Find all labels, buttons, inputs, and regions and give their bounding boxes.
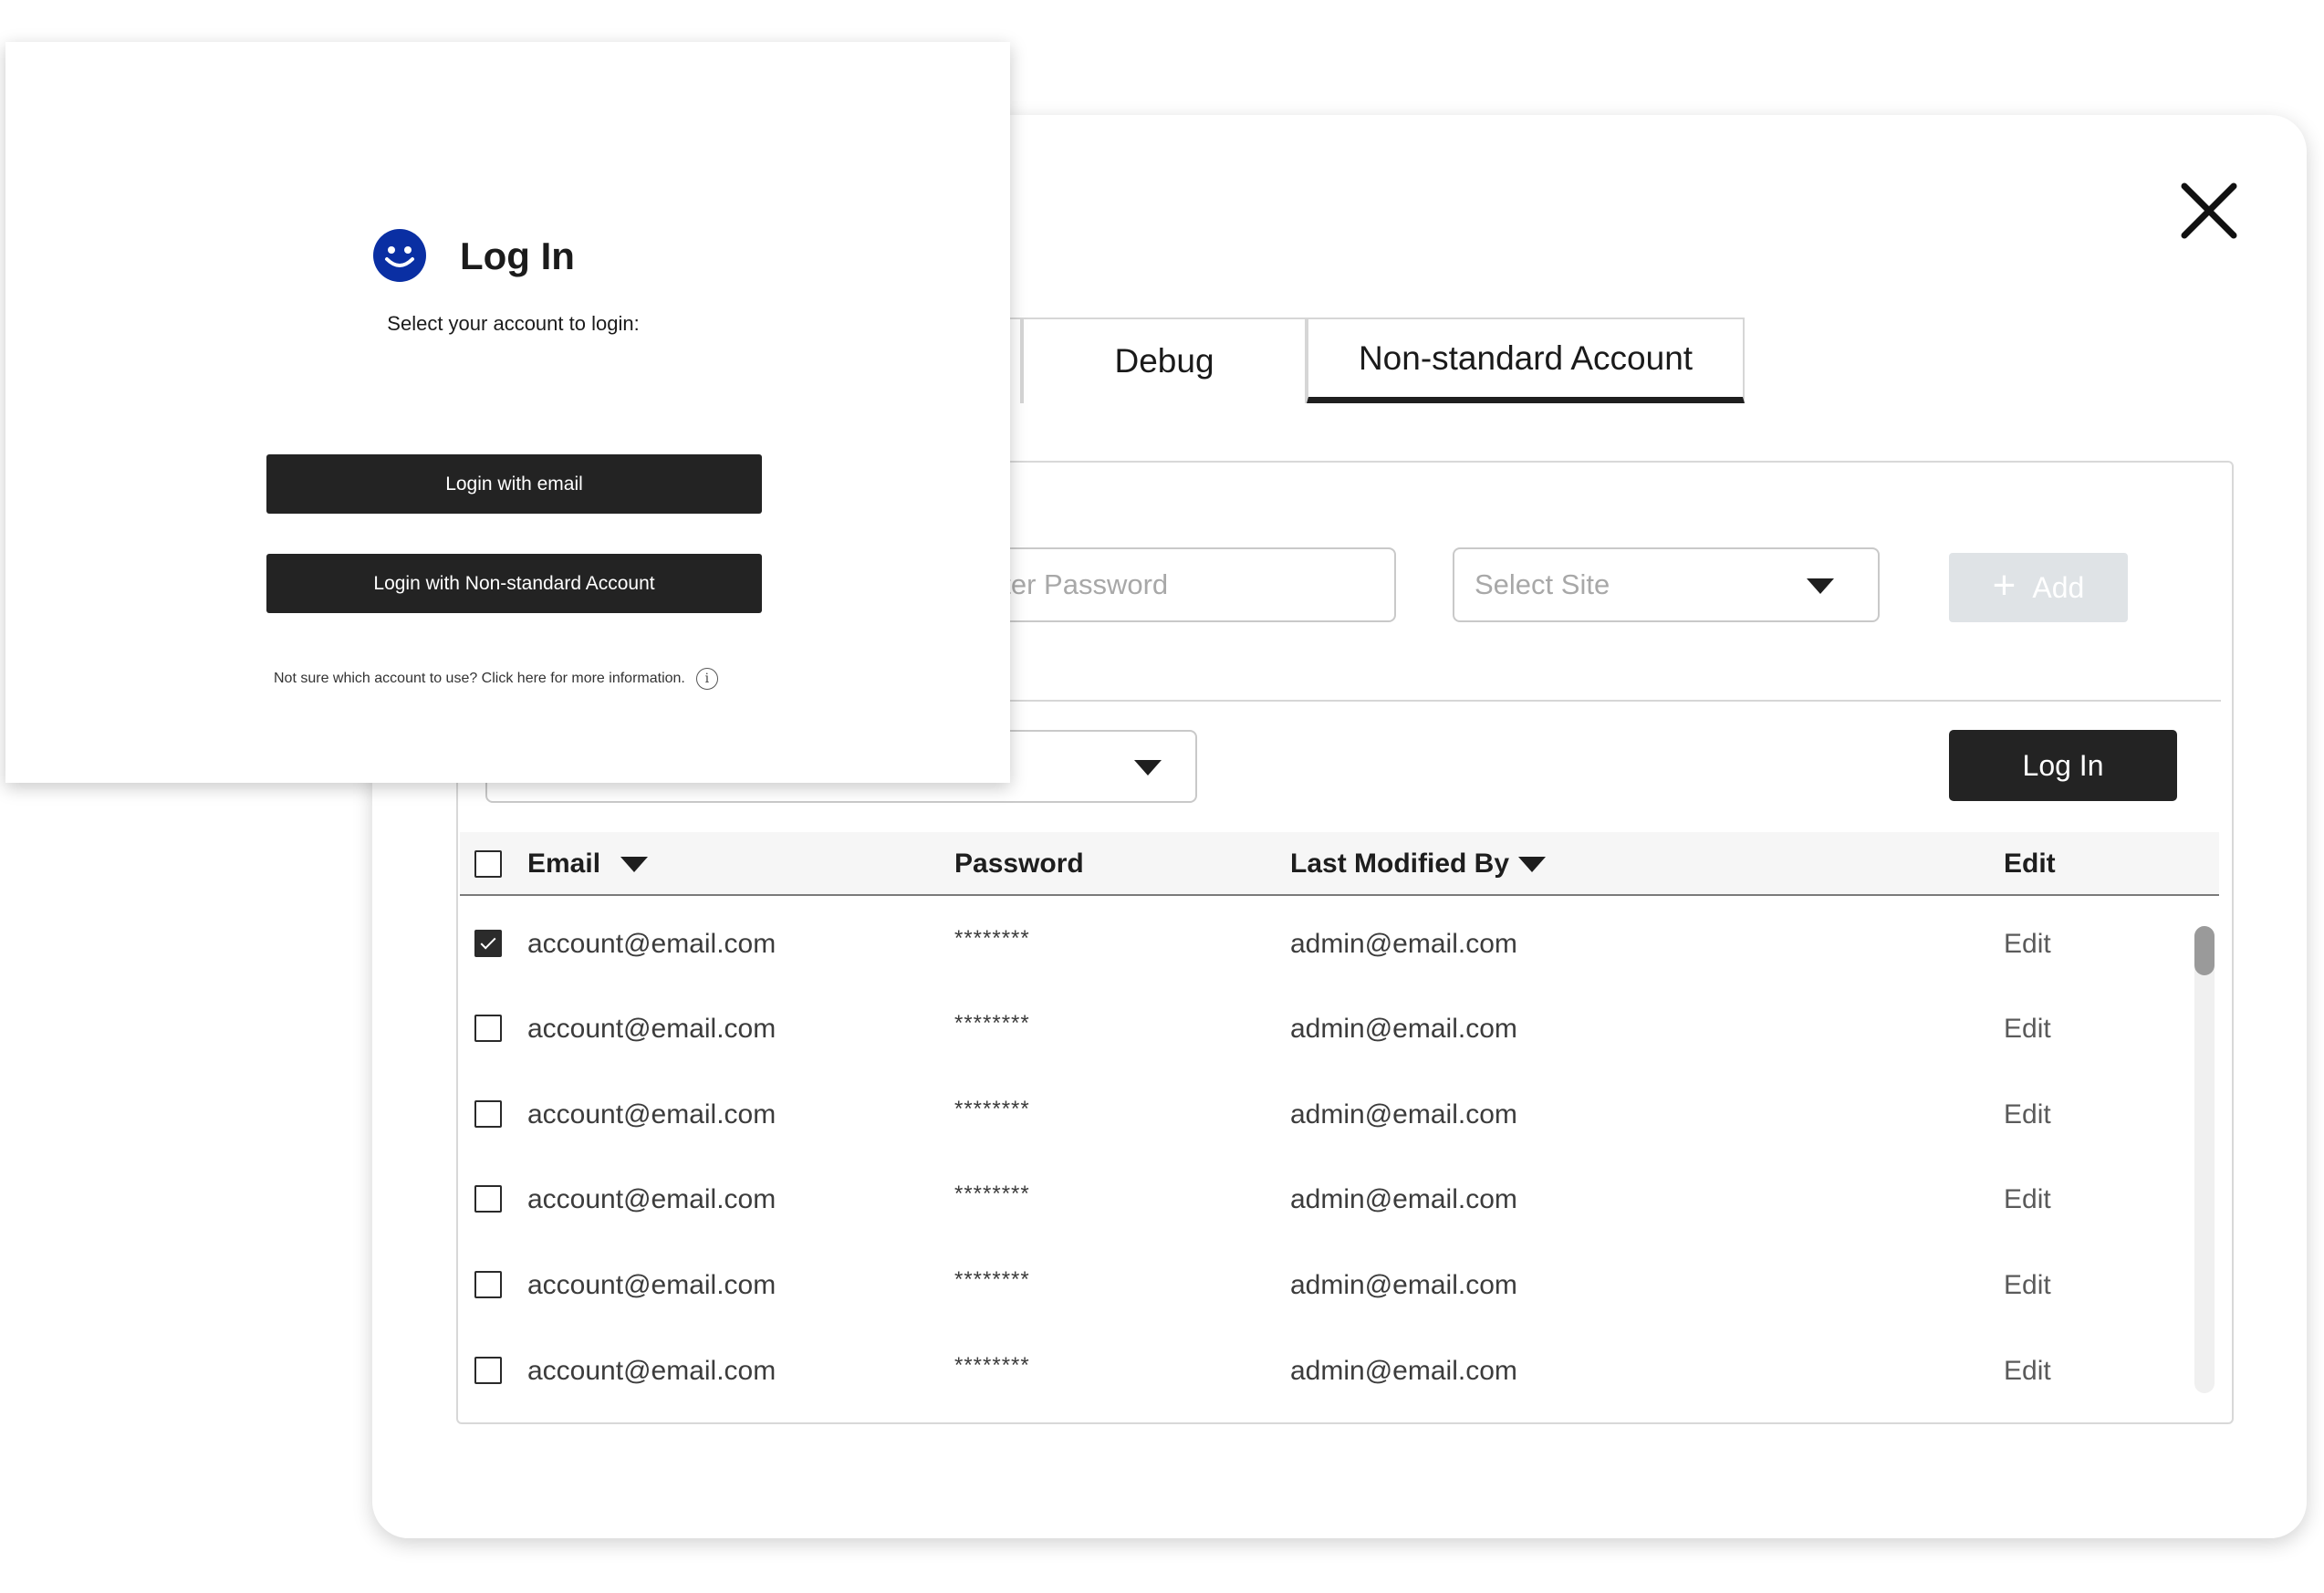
- chevron-down-icon: [1134, 760, 1162, 776]
- row-checkbox[interactable]: [474, 1015, 502, 1042]
- close-icon[interactable]: [2177, 179, 2241, 243]
- site-select-placeholder: Select Site: [1475, 568, 1610, 600]
- login-title: Log In: [460, 234, 575, 277]
- row-modified-by: admin@email.com: [1290, 1269, 1517, 1300]
- login-card: Log In Select your account to login: Log…: [5, 42, 1010, 783]
- login-subtitle: Select your account to login:: [387, 312, 640, 335]
- help-link[interactable]: Not sure which account to use? Click her…: [274, 668, 718, 690]
- row-email: account@email.com: [527, 1098, 776, 1130]
- row-checkbox[interactable]: [474, 1185, 502, 1213]
- row-email: account@email.com: [527, 1013, 776, 1044]
- info-icon[interactable]: i: [695, 668, 718, 690]
- row-checkbox[interactable]: [474, 1100, 502, 1128]
- row-password: ********: [954, 1266, 1030, 1292]
- row-checkbox[interactable]: [474, 930, 502, 957]
- row-password: ********: [954, 1181, 1030, 1206]
- smiley-logo-icon: [373, 229, 426, 282]
- add-button[interactable]: + Add: [1949, 553, 2128, 622]
- row-edit-link[interactable]: Edit: [2004, 986, 2051, 1071]
- row-modified-by: admin@email.com: [1290, 1013, 1517, 1044]
- row-checkbox[interactable]: [474, 1357, 502, 1384]
- column-password-label: Password: [954, 849, 1084, 879]
- column-password: Password: [954, 832, 1084, 896]
- row-password: ********: [954, 1096, 1030, 1121]
- table-row: account@email.com ******** admin@email.c…: [460, 1243, 2194, 1328]
- login-with-non-standard-button[interactable]: Login with Non-standard Account: [266, 554, 762, 613]
- row-password: ********: [954, 1352, 1030, 1378]
- sort-down-icon[interactable]: [620, 856, 649, 872]
- table-row: account@email.com ******** admin@email.c…: [460, 1328, 2194, 1413]
- table-scrollbar[interactable]: [2194, 926, 2215, 1393]
- row-modified-by: admin@email.com: [1290, 1183, 1517, 1214]
- help-text[interactable]: Not sure which account to use? Click her…: [274, 671, 685, 687]
- column-email[interactable]: Email: [527, 832, 649, 896]
- column-edit-label: Edit: [2004, 849, 2056, 879]
- row-modified-by: admin@email.com: [1290, 1098, 1517, 1130]
- row-edit-link[interactable]: Edit: [2004, 1157, 2051, 1242]
- column-edit: Edit: [2004, 832, 2056, 896]
- row-edit-link[interactable]: Edit: [2004, 1072, 2051, 1157]
- tab-non-standard-account[interactable]: Non-standard Account: [1307, 318, 1745, 403]
- log-in-button[interactable]: Log In: [1949, 730, 2177, 801]
- add-button-label: Add: [2032, 570, 2085, 604]
- row-edit-link[interactable]: Edit: [2004, 1328, 2051, 1413]
- tab-debug[interactable]: Debug: [1022, 318, 1307, 403]
- password-placeholder: nter Password: [987, 568, 1169, 600]
- password-input[interactable]: nter Password: [985, 547, 1396, 622]
- row-email: account@email.com: [527, 928, 776, 959]
- row-email: account@email.com: [527, 1183, 776, 1214]
- site-select[interactable]: Select Site: [1453, 547, 1880, 622]
- plus-icon: +: [1992, 563, 2017, 608]
- chevron-down-icon: [1807, 578, 1834, 594]
- sort-down-icon[interactable]: [1518, 856, 1547, 872]
- column-email-label: Email: [527, 849, 601, 879]
- table-row: account@email.com ******** admin@email.c…: [460, 1072, 2194, 1157]
- row-edit-link[interactable]: Edit: [2004, 1243, 2051, 1328]
- row-edit-link[interactable]: Edit: [2004, 901, 2051, 986]
- row-password: ********: [954, 925, 1030, 951]
- row-password: ********: [954, 1010, 1030, 1036]
- row-checkbox[interactable]: [474, 1271, 502, 1298]
- table-header: Email Password Last Modified By Edit: [460, 832, 2219, 896]
- table-row: account@email.com ******** admin@email.c…: [460, 1157, 2194, 1242]
- select-all-checkbox[interactable]: [474, 850, 502, 878]
- row-email: account@email.com: [527, 1355, 776, 1386]
- section-divider: [985, 700, 2221, 702]
- table-row: account@email.com ******** admin@email.c…: [460, 901, 2194, 986]
- row-email: account@email.com: [527, 1269, 776, 1300]
- column-last-modified-label: Last Modified By: [1290, 849, 1510, 879]
- login-with-email-button[interactable]: Login with email: [266, 454, 762, 514]
- table-row: account@email.com ******** admin@email.c…: [460, 986, 2194, 1071]
- row-modified-by: admin@email.com: [1290, 1355, 1517, 1386]
- column-last-modified-by[interactable]: Last Modified By: [1290, 832, 1547, 896]
- scrollbar-thumb[interactable]: [2194, 926, 2215, 975]
- row-modified-by: admin@email.com: [1290, 928, 1517, 959]
